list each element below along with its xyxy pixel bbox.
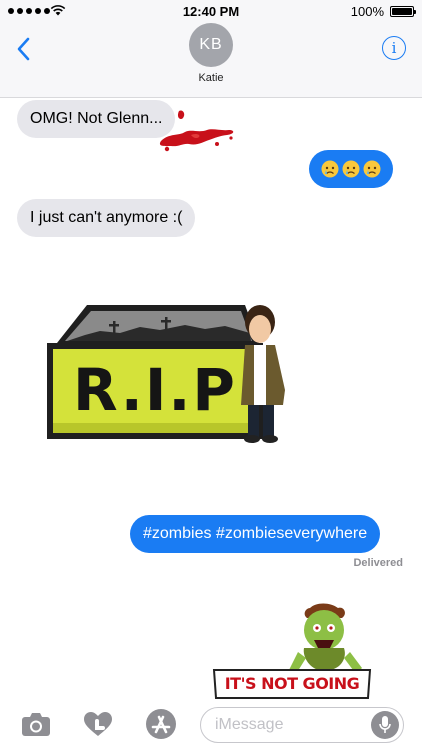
battery-percent: 100% bbox=[350, 4, 384, 19]
crying-face-emoji bbox=[342, 160, 360, 178]
avatar[interactable]: KB bbox=[189, 23, 233, 67]
conversation-header: KB Katie i bbox=[0, 22, 422, 98]
zombie-sticker[interactable]: IT'S NOT GOING bbox=[212, 602, 372, 700]
message-bubble-outgoing[interactable] bbox=[309, 150, 393, 188]
message-input[interactable] bbox=[215, 708, 365, 742]
app-store-icon[interactable] bbox=[143, 708, 179, 740]
crying-face-emoji bbox=[363, 160, 381, 178]
zombie-banner-text: IT'S NOT GOING bbox=[224, 674, 360, 693]
heart-hand-icon[interactable] bbox=[82, 710, 114, 738]
info-icon[interactable]: i bbox=[382, 36, 406, 60]
message-bubble-incoming[interactable]: I just can't anymore :( bbox=[17, 199, 196, 237]
rip-sign-text: R.I.P bbox=[73, 356, 237, 424]
rip-sticker[interactable]: R.I.P bbox=[45, 295, 295, 450]
status-bar: 12:40 PM 100% bbox=[0, 0, 422, 22]
message-text: #zombies #zombieseverywhere bbox=[143, 525, 368, 542]
message-bubble-incoming[interactable]: OMG! Not Glenn... bbox=[17, 100, 176, 138]
blood-splatter-sticker[interactable] bbox=[155, 105, 237, 153]
crying-face-emoji bbox=[321, 160, 339, 178]
message-input-field[interactable] bbox=[200, 707, 404, 743]
camera-icon[interactable] bbox=[20, 710, 52, 738]
message-text: OMG! Not Glenn... bbox=[30, 110, 163, 127]
chevron-left-icon[interactable] bbox=[14, 36, 34, 62]
message-text: I just can't anymore :( bbox=[30, 209, 183, 226]
message-bubble-outgoing[interactable]: #zombies #zombieseverywhere bbox=[130, 515, 381, 553]
microphone-icon[interactable] bbox=[371, 711, 399, 739]
contact-name[interactable]: Katie bbox=[0, 72, 422, 84]
delivery-status: Delivered bbox=[353, 557, 403, 569]
battery-icon bbox=[390, 6, 416, 17]
